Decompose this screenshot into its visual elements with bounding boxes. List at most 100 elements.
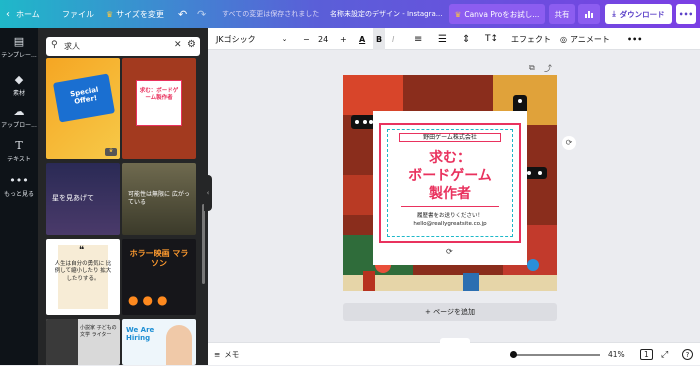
template-card[interactable]: Special Offer! ♛ <box>46 58 120 159</box>
template-card[interactable]: 求む：ボードゲーム製作者 <box>122 58 196 159</box>
rail-label: もっと見る <box>3 191 34 198</box>
rail-label: 素材 <box>12 90 25 97</box>
template-card[interactable]: 星を見あげて <box>46 163 120 235</box>
template-card[interactable]: 可能性は無限に 広がっている <box>122 163 196 235</box>
crown-badge-icon: ♛ <box>105 148 117 156</box>
search-input[interactable]: 求人 <box>64 41 80 52</box>
side-rail: ▤ テンプレー... ◆ 素材 ☁ アップロー... T テキスト ••• もっ… <box>0 28 38 365</box>
rail-item-elements[interactable]: ◆ 素材 <box>0 72 38 98</box>
try-pro-label: Canva Proをお試し... <box>464 9 540 19</box>
resize-label: サイズを変更 <box>116 9 164 19</box>
font-select[interactable]: JKゴシック ⌄ <box>216 28 287 50</box>
template-text: 小説家 子どもの文学 ライター <box>80 325 117 338</box>
email-text[interactable]: hello@reallygreatsite.co.jp <box>387 221 513 227</box>
save-status: すべての変更は保存されました <box>222 10 320 18</box>
share-button[interactable]: 共有 <box>549 4 575 24</box>
search-icon: ⚲ <box>51 40 58 50</box>
download-icon: ⤓ <box>612 9 616 18</box>
font-size-input[interactable]: 24 <box>318 28 328 50</box>
italic-icon[interactable]: I <box>392 28 394 50</box>
rotate-handle-icon[interactable]: ⟳ <box>446 247 453 256</box>
zoom-slider[interactable] <box>510 354 600 356</box>
file-menu[interactable]: ファイル <box>62 0 94 28</box>
zoom-level[interactable]: 41% <box>608 343 625 366</box>
chevron-left-icon: ‹ <box>6 8 10 20</box>
template-text: ホラー映画 マラソン <box>129 249 189 268</box>
headline-line-2[interactable]: ボードゲーム <box>387 165 513 185</box>
text-color-icon[interactable]: A <box>359 28 365 50</box>
shapes-icon: ◆ <box>14 72 24 86</box>
template-frame <box>136 80 182 126</box>
document-title[interactable]: 名称未設定のデザイン - Instagra... <box>330 0 442 28</box>
upload-cloud-icon: ☁ <box>13 104 25 118</box>
template-text: 人生は自分の勇気に 比例して縮小したり 拡大したりする。 <box>54 261 112 282</box>
template-card[interactable]: ホラー映画 マラソン ●●● <box>122 239 196 315</box>
collapse-notes-handle[interactable] <box>440 338 470 343</box>
add-page-icon[interactable]: ⤴ <box>544 63 552 74</box>
more-menu-icon[interactable]: ••• <box>676 4 696 24</box>
chevron-down-icon: ⌄ <box>281 35 288 43</box>
top-bar: ‹ ホーム ファイル ♛ サイズを変更 ↶ ↷ すべての変更は保存されました 名… <box>0 0 700 28</box>
more-dots-icon: ••• <box>9 173 29 187</box>
template-text: 星を見あげて <box>52 194 94 202</box>
template-card[interactable]: We Are Hiring <box>122 319 196 365</box>
zoom-slider-handle[interactable] <box>510 351 517 358</box>
rail-item-more[interactable]: ••• もっと見る <box>0 173 38 199</box>
rail-label: テキスト <box>7 156 31 163</box>
redo-icon[interactable]: ↷ <box>197 0 206 28</box>
resume-note[interactable]: 履歴書をお送りください！ <box>387 211 513 219</box>
bold-icon[interactable]: B <box>373 28 386 50</box>
notes-icon: ≡ <box>214 350 221 359</box>
panel-scrollbar[interactable] <box>202 204 205 284</box>
rail-label: テンプレー... <box>1 52 37 59</box>
spacing-icon[interactable]: ⇕ <box>462 28 470 50</box>
template-card[interactable]: ❝ 人生は自分の勇気に 比例して縮小したり 拡大したりする。 <box>46 239 120 315</box>
list-icon[interactable]: ☰ <box>438 28 447 50</box>
animate-icon: ◎ <box>560 34 567 44</box>
align-center-icon[interactable]: ≡ <box>414 28 422 50</box>
quote-icon: ❝ <box>79 245 85 256</box>
help-icon[interactable]: ? <box>682 343 693 366</box>
design-canvas[interactable]: 野田ゲーム株式会社 求む： ボードゲーム 製作者 履歴書をお送りください！ he… <box>343 75 557 291</box>
vertical-text-icon[interactable]: T↕ <box>485 28 498 50</box>
pumpkin-icon: ●●● <box>128 293 172 307</box>
effects-button[interactable]: エフェクト <box>511 28 551 50</box>
status-bar: ≡ メモ 41% 1 ⤢ ? <box>208 342 700 365</box>
home-button[interactable]: ‹ ホーム <box>6 0 40 28</box>
templates-icon: ▤ <box>13 34 25 48</box>
template-text: 可能性は無限に 広がっている <box>128 191 190 206</box>
template-card[interactable]: 小説家 子どもの文学 ライター <box>46 319 120 365</box>
crown-icon: ♛ <box>454 9 462 19</box>
duplicate-page-icon[interactable]: ⧉ <box>529 63 535 73</box>
rail-item-uploads[interactable]: ☁ アップロー... <box>0 104 38 130</box>
font-size-increase-button[interactable]: + <box>340 28 347 50</box>
page-count-badge[interactable]: 1 <box>640 343 653 366</box>
search-box[interactable]: ⚲ 求人 ✕ ⚙ <box>46 37 200 56</box>
headline-line-3[interactable]: 製作者 <box>387 183 513 203</box>
text-toolbar: JKゴシック ⌄ − 24 + A B I ≡ ☰ ⇕ T↕ エフェクト ◎ ア… <box>208 28 700 50</box>
insights-icon[interactable] <box>578 4 600 24</box>
company-label[interactable]: 野田ゲーム株式会社 <box>399 133 501 142</box>
filter-icon[interactable]: ⚙ <box>187 39 196 50</box>
page-count: 1 <box>640 349 653 360</box>
notes-button[interactable]: ≡ メモ <box>214 343 239 366</box>
font-size-decrease-button[interactable]: − <box>303 28 310 50</box>
text-icon: T <box>15 138 23 152</box>
rail-item-text[interactable]: T テキスト <box>0 138 38 164</box>
add-page-button[interactable]: + ページを追加 <box>343 303 557 321</box>
refresh-icon[interactable]: ⟳ <box>562 136 576 150</box>
crown-icon: ♛ <box>106 9 114 19</box>
headline-line-1[interactable]: 求む： <box>387 147 513 167</box>
resize-button[interactable]: ♛ サイズを変更 <box>106 0 164 28</box>
download-button[interactable]: ⤓ ダウンロード <box>605 4 672 24</box>
animate-button[interactable]: ◎ アニメート <box>560 28 610 50</box>
rail-item-templates[interactable]: ▤ テンプレー... <box>0 34 38 60</box>
more-options-icon[interactable]: ••• <box>627 28 642 50</box>
clear-icon[interactable]: ✕ <box>174 40 182 50</box>
fullscreen-icon[interactable]: ⤢ <box>661 343 668 366</box>
template-photo <box>166 325 192 365</box>
undo-icon[interactable]: ↶ <box>178 0 187 28</box>
try-pro-button[interactable]: ♛ Canva Proをお試し... <box>449 4 545 24</box>
collapse-panel-handle[interactable]: ‹ <box>204 175 212 211</box>
notes-label: メモ <box>224 350 240 359</box>
